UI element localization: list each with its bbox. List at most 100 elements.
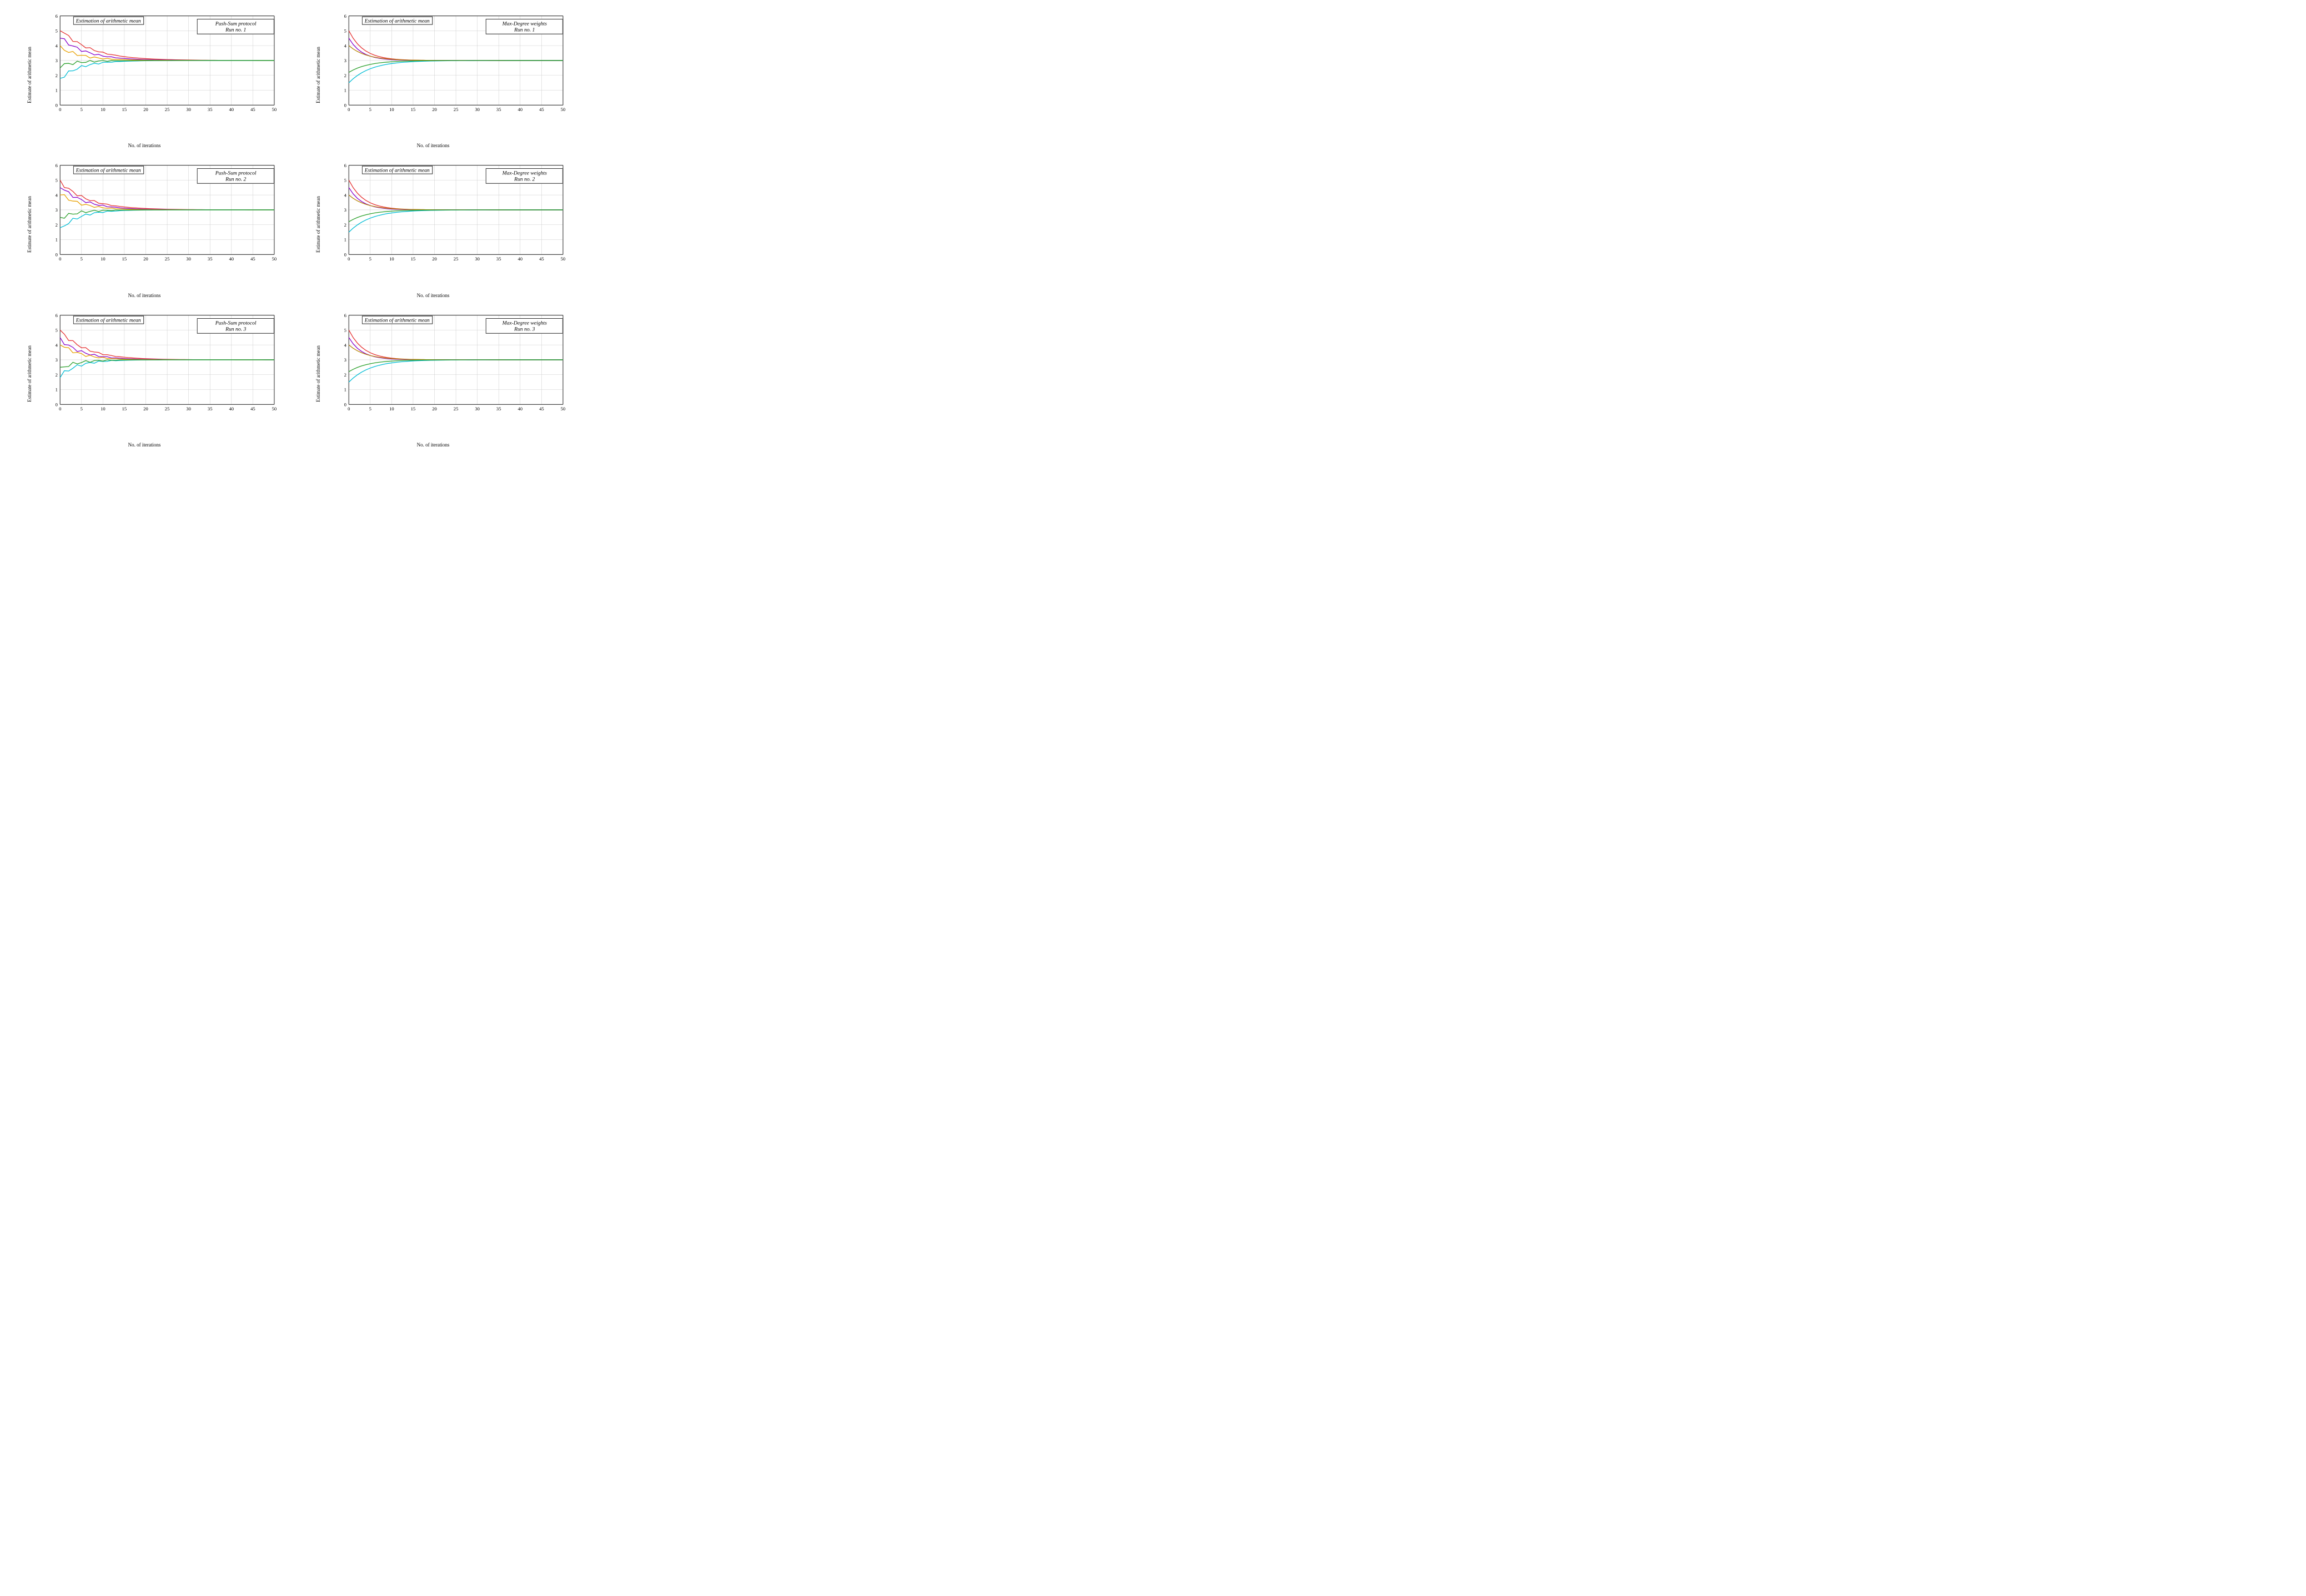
chart-svg: 012345605101520253035404550Estimation of… bbox=[322, 6, 572, 127]
svg-text:3: 3 bbox=[344, 357, 346, 363]
x-axis-label: No. of iterations bbox=[128, 293, 161, 298]
svg-text:6: 6 bbox=[344, 13, 347, 19]
svg-text:1: 1 bbox=[56, 88, 58, 93]
svg-text:20: 20 bbox=[143, 406, 148, 411]
svg-text:5: 5 bbox=[56, 28, 58, 34]
svg-text:50: 50 bbox=[272, 107, 277, 112]
svg-text:3: 3 bbox=[56, 357, 58, 363]
x-axis-label: No. of iterations bbox=[417, 442, 450, 448]
svg-text:6: 6 bbox=[56, 312, 58, 318]
svg-text:35: 35 bbox=[496, 406, 501, 411]
chart-4: Estimate of arithmetic mean No. of iterat… bbox=[289, 149, 577, 299]
svg-text:10: 10 bbox=[101, 406, 105, 411]
svg-text:15: 15 bbox=[122, 256, 127, 262]
svg-text:1: 1 bbox=[56, 237, 58, 243]
svg-text:2: 2 bbox=[344, 372, 346, 377]
svg-text:1: 1 bbox=[56, 387, 58, 392]
svg-text:5: 5 bbox=[56, 327, 58, 333]
svg-text:35: 35 bbox=[208, 256, 213, 262]
svg-text:5: 5 bbox=[369, 107, 371, 112]
svg-text:20: 20 bbox=[432, 406, 437, 411]
svg-text:45: 45 bbox=[539, 406, 544, 411]
svg-text:30: 30 bbox=[475, 256, 480, 262]
svg-text:0: 0 bbox=[59, 107, 61, 112]
svg-text:40: 40 bbox=[518, 406, 523, 411]
svg-text:35: 35 bbox=[208, 406, 213, 411]
x-axis-label: No. of iterations bbox=[128, 143, 161, 148]
svg-text:30: 30 bbox=[186, 406, 191, 411]
svg-text:50: 50 bbox=[561, 406, 566, 411]
chart-2: Estimate of arithmetic mean No. of iterat… bbox=[289, 0, 577, 149]
svg-text:0: 0 bbox=[348, 256, 350, 262]
svg-text:1: 1 bbox=[344, 237, 346, 243]
chart-svg: 012345605101520253035404550Estimation of… bbox=[322, 305, 572, 426]
svg-text:10: 10 bbox=[389, 406, 394, 411]
svg-text:4: 4 bbox=[56, 342, 58, 348]
svg-text:0: 0 bbox=[348, 406, 350, 411]
svg-text:20: 20 bbox=[432, 107, 437, 112]
svg-text:15: 15 bbox=[122, 406, 127, 411]
svg-text:30: 30 bbox=[475, 107, 480, 112]
svg-text:5: 5 bbox=[344, 178, 346, 183]
svg-text:0: 0 bbox=[59, 406, 61, 411]
svg-text:0: 0 bbox=[344, 401, 346, 407]
chart-5: Estimate of arithmetic mean No. of iterat… bbox=[0, 299, 289, 449]
svg-text:2: 2 bbox=[56, 372, 58, 377]
y-axis-label: Estimate of arithmetic mean bbox=[315, 196, 321, 253]
svg-text:45: 45 bbox=[250, 406, 255, 411]
svg-text:25: 25 bbox=[454, 256, 459, 262]
y-axis-label: Estimate of arithmetic mean bbox=[27, 47, 32, 103]
svg-text:0: 0 bbox=[56, 252, 58, 258]
svg-text:6: 6 bbox=[56, 13, 58, 19]
svg-text:6: 6 bbox=[56, 163, 58, 168]
svg-text:40: 40 bbox=[229, 256, 234, 262]
svg-text:15: 15 bbox=[411, 256, 416, 262]
chart-6: Estimate of arithmetic mean No. of iterat… bbox=[289, 299, 577, 449]
y-axis-label: Estimate of arithmetic mean bbox=[27, 345, 32, 402]
x-axis-label: No. of iterations bbox=[417, 293, 450, 298]
y-axis-label: Estimate of arithmetic mean bbox=[315, 47, 321, 103]
svg-text:4: 4 bbox=[344, 342, 347, 348]
svg-text:4: 4 bbox=[344, 193, 347, 198]
svg-text:0: 0 bbox=[344, 252, 346, 258]
svg-text:20: 20 bbox=[143, 107, 148, 112]
svg-text:4: 4 bbox=[56, 193, 58, 198]
svg-text:50: 50 bbox=[272, 406, 277, 411]
svg-text:25: 25 bbox=[165, 107, 170, 112]
svg-text:25: 25 bbox=[165, 406, 170, 411]
svg-text:25: 25 bbox=[165, 256, 170, 262]
svg-text:2: 2 bbox=[344, 222, 346, 228]
svg-text:6: 6 bbox=[344, 312, 347, 318]
svg-text:5: 5 bbox=[344, 327, 346, 333]
svg-text:6: 6 bbox=[344, 163, 347, 168]
svg-text:0: 0 bbox=[348, 107, 350, 112]
chart-1: Estimate of arithmetic mean No. of iterat… bbox=[0, 0, 289, 149]
svg-text:5: 5 bbox=[369, 406, 371, 411]
svg-text:45: 45 bbox=[250, 256, 255, 262]
y-axis-label: Estimate of arithmetic mean bbox=[27, 196, 32, 253]
x-axis-label: No. of iterations bbox=[128, 442, 161, 448]
chart-svg: 012345605101520253035404550Estimation of… bbox=[33, 155, 283, 277]
svg-text:0: 0 bbox=[344, 102, 346, 108]
svg-text:2: 2 bbox=[56, 73, 58, 78]
svg-text:50: 50 bbox=[272, 256, 277, 262]
svg-text:5: 5 bbox=[344, 28, 346, 34]
svg-text:10: 10 bbox=[101, 256, 105, 262]
svg-text:20: 20 bbox=[143, 256, 148, 262]
svg-text:2: 2 bbox=[344, 73, 346, 78]
svg-text:10: 10 bbox=[389, 256, 394, 262]
chart-svg: 012345605101520253035404550Estimation of… bbox=[322, 155, 572, 277]
svg-text:35: 35 bbox=[496, 256, 501, 262]
svg-text:3: 3 bbox=[56, 207, 58, 213]
svg-text:15: 15 bbox=[122, 107, 127, 112]
y-axis-label: Estimate of arithmetic mean bbox=[315, 345, 321, 402]
svg-text:30: 30 bbox=[186, 107, 191, 112]
x-axis-label: No. of iterations bbox=[417, 143, 450, 148]
chart-grid: Estimate of arithmetic mean No. of iterat… bbox=[0, 0, 577, 399]
svg-text:15: 15 bbox=[411, 107, 416, 112]
svg-text:15: 15 bbox=[411, 406, 416, 411]
svg-text:30: 30 bbox=[186, 256, 191, 262]
svg-text:1: 1 bbox=[344, 88, 346, 93]
svg-text:3: 3 bbox=[344, 207, 346, 213]
svg-text:3: 3 bbox=[344, 58, 346, 63]
